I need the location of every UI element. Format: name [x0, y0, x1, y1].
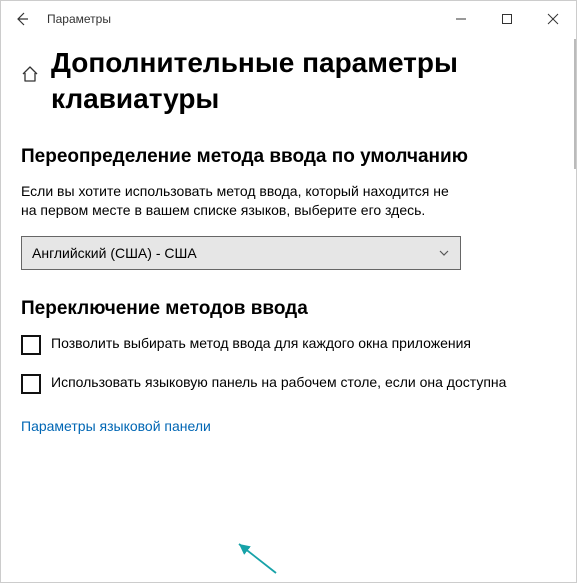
minimize-icon	[455, 13, 467, 25]
home-icon	[21, 65, 39, 83]
window-title: Параметры	[47, 12, 111, 26]
checkbox-per-window-label: Позволить выбирать метод ввода для каждо…	[51, 334, 471, 353]
minimize-button[interactable]	[438, 1, 484, 37]
checkbox-per-window[interactable]	[21, 335, 41, 355]
scrollbar[interactable]	[574, 39, 576, 169]
default-input-method-dropdown[interactable]: Английский (США) - США	[21, 236, 461, 270]
dropdown-selected-value: Английский (США) - США	[32, 245, 197, 261]
checkbox-language-bar[interactable]	[21, 374, 41, 394]
checkbox-per-window-row[interactable]: Позволить выбирать метод ввода для каждо…	[21, 334, 521, 355]
close-icon	[547, 13, 559, 25]
chevron-down-icon	[438, 247, 450, 259]
checkbox-language-bar-row[interactable]: Использовать языковую панель на рабочем …	[21, 373, 521, 394]
section-switch-title: Переключение методов ввода	[21, 298, 556, 320]
section-override-description: Если вы хотите использовать метод ввода,…	[21, 182, 461, 220]
arrow-left-icon	[14, 11, 30, 27]
titlebar: Параметры	[1, 1, 576, 37]
section-override-title: Переопределение метода ввода по умолчани…	[21, 146, 556, 168]
language-bar-options-link[interactable]: Параметры языковой панели	[21, 418, 211, 434]
home-button[interactable]	[21, 65, 39, 83]
annotation-arrow-icon	[231, 538, 281, 578]
page-header: Дополнительные параметры клавиатуры	[1, 37, 576, 118]
content-area: Переопределение метода ввода по умолчани…	[1, 146, 576, 434]
maximize-button[interactable]	[484, 1, 530, 37]
close-button[interactable]	[530, 1, 576, 37]
checkbox-language-bar-label: Использовать языковую панель на рабочем …	[51, 373, 506, 392]
page-title: Дополнительные параметры клавиатуры	[51, 45, 556, 118]
back-button[interactable]	[1, 1, 43, 37]
maximize-icon	[501, 13, 513, 25]
